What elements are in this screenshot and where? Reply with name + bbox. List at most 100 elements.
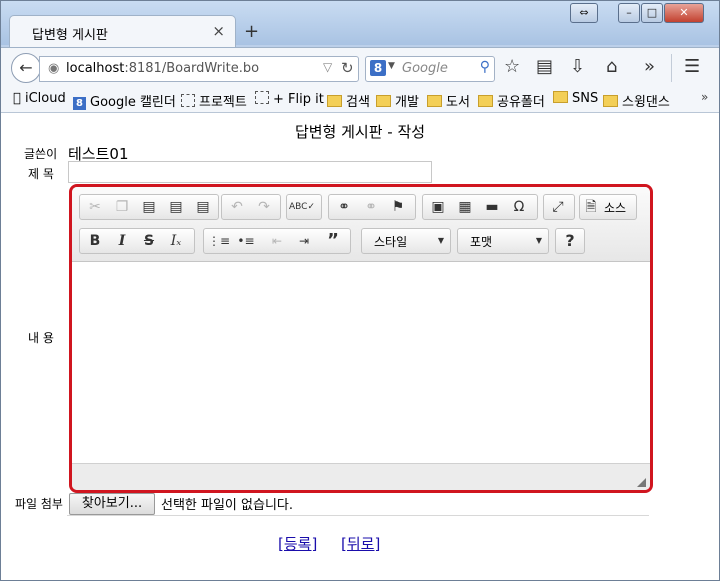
url-bar[interactable]: ◉ localhost:8181/BoardWrite.bo ▽ ↻ [39, 56, 359, 82]
unlink-icon[interactable]: ⚭ [358, 195, 384, 219]
file-label: 파일 첨부 [15, 497, 63, 511]
search-engine-icon[interactable]: 8 [370, 60, 386, 76]
url-path: :8181/BoardWrite.bo [124, 61, 260, 76]
star-icon[interactable]: ☆ [504, 56, 520, 77]
folder-icon [478, 95, 493, 107]
bookmark-sns[interactable]: SNS [553, 91, 598, 106]
bookmark-dev[interactable]: 개발 [376, 91, 419, 110]
browse-file-button[interactable]: 찾아보기... [69, 493, 155, 515]
paste-text-icon[interactable]: ▤ [163, 195, 189, 219]
bookmark-label: 검색 [346, 95, 370, 110]
close-window-button[interactable]: ✕ [664, 3, 704, 23]
restore-window-button[interactable]: ⇔ [570, 3, 598, 23]
google-icon: 8 [73, 97, 86, 110]
download-icon[interactable]: ⇩ [570, 56, 585, 77]
search-input[interactable]: Google [402, 61, 448, 76]
image-icon[interactable]: ▣ [425, 195, 451, 219]
chevron-down-icon: ▼ [535, 236, 542, 245]
dashed-folder-icon [255, 91, 269, 104]
menu-icon[interactable]: ☰ [684, 56, 700, 77]
tab-close-icon[interactable]: × [212, 22, 225, 40]
url-text: localhost:8181/BoardWrite.bo [66, 61, 259, 76]
style-select[interactable]: 스타일 ▼ [361, 228, 451, 254]
undo-icon[interactable]: ↶ [224, 195, 250, 219]
bookmark-swing[interactable]: 스윙댄스 [603, 91, 670, 110]
bookmarks-overflow-icon[interactable]: » [701, 90, 708, 104]
folder-icon [553, 91, 568, 103]
bookmark-label: 공유폴더 [497, 95, 545, 110]
navigation-bar: ← ◉ localhost:8181/BoardWrite.bo ▽ ↻ 8 ▼… [1, 47, 719, 88]
help-button[interactable]: ? [555, 228, 585, 254]
paste-word-icon[interactable]: ▤ [190, 195, 216, 219]
divider [67, 515, 649, 516]
bookmark-label: 도서 [446, 95, 470, 110]
numbered-list-icon[interactable]: ⋮≡ [206, 229, 232, 253]
home-icon[interactable]: ⌂ [606, 56, 617, 77]
style-select-label: 스타일 [374, 235, 408, 249]
bookmark-label: SNS [572, 91, 599, 106]
help-label: ? [565, 231, 575, 250]
bookmark-label: Google 캘린더 [90, 95, 176, 110]
editor-toolbar: ✂ ❐ ▤ ▤ ▤ ↶ ↷ ABC✓ ⚭ ⚭ ⚑ ▣ ▦ ▬ Ω ⤢ 🗎 소스 … [72, 187, 650, 262]
insert-group: ▣ ▦ ▬ Ω [422, 194, 538, 220]
blockquote-icon[interactable]: ” [320, 229, 346, 253]
bold-icon[interactable]: B [82, 229, 108, 253]
tab-board[interactable]: 답변형 게시판 × [9, 15, 236, 48]
bookmark-google-calendar[interactable]: 8 Google 캘린더 [73, 91, 176, 110]
horizontal-line-icon[interactable]: ▬ [479, 195, 505, 219]
special-char-icon[interactable]: Ω [506, 195, 532, 219]
bookmark-project[interactable]: 프로젝트 [181, 91, 247, 110]
indent-icon[interactable]: ⇥ [291, 229, 317, 253]
bookmarks-bar:  iCloud 8 Google 캘린더 프로젝트 + Flip it 검색 개… [1, 88, 719, 113]
bookmark-flipit[interactable]: + Flip it [255, 91, 324, 107]
folder-icon [376, 95, 391, 107]
back-link[interactable]: [뒤로] [341, 533, 380, 554]
bookmark-books[interactable]: 도서 [427, 91, 470, 110]
subject-input[interactable] [68, 161, 432, 183]
search-bar[interactable]: 8 ▼ Google ⚲ [365, 56, 495, 82]
editor-body[interactable] [72, 262, 650, 463]
source-button[interactable]: 🗎 소스 [579, 194, 637, 220]
copy-icon[interactable]: ❐ [109, 195, 135, 219]
basic-styles-group: B I S Iₓ [79, 228, 195, 254]
folder-icon [327, 95, 342, 107]
outdent-icon[interactable]: ⇤ [264, 229, 290, 253]
anchor-flag-icon[interactable]: ⚑ [385, 195, 411, 219]
bookmark-icloud[interactable]:  iCloud [13, 91, 66, 106]
file-status-text: 선택한 파일이 없습니다. [161, 498, 293, 513]
paste-icon[interactable]: ▤ [136, 195, 162, 219]
cut-icon[interactable]: ✂ [82, 195, 108, 219]
bookmark-label: 스윙댄스 [622, 95, 670, 110]
reading-list-icon[interactable]: ▤ [536, 56, 553, 77]
back-icon[interactable]: ← [11, 53, 41, 83]
table-icon[interactable]: ▦ [452, 195, 478, 219]
submit-link[interactable]: [등록] [278, 533, 317, 554]
link-group: ⚭ ⚭ ⚑ [328, 194, 416, 220]
spellcheck-icon[interactable]: ABC✓ [289, 195, 315, 219]
bookmark-label: iCloud [13, 91, 66, 106]
minimize-button[interactable]: – [618, 3, 640, 23]
resize-handle-icon[interactable] [637, 478, 646, 487]
remove-format-icon[interactable]: Iₓ [163, 229, 189, 253]
redo-icon[interactable]: ↷ [251, 195, 277, 219]
bookmark-label: 프로젝트 [199, 95, 247, 110]
new-tab-icon[interactable]: + [244, 21, 259, 42]
reload-icon[interactable]: ↻ [341, 59, 354, 77]
spellcheck-group: ABC✓ [286, 194, 322, 220]
search-icon[interactable]: ⚲ [480, 59, 490, 75]
maximize-editor-icon[interactable]: ⤢ [545, 195, 571, 219]
content-label: 내 용 [28, 331, 54, 345]
strike-icon[interactable]: S [136, 229, 162, 253]
overflow-icon[interactable]: » [644, 56, 655, 77]
format-select[interactable]: 포맷 ▼ [457, 228, 549, 254]
link-icon[interactable]: ⚭ [331, 195, 357, 219]
italic-icon[interactable]: I [109, 229, 135, 253]
engine-dropdown-icon[interactable]: ▼ [388, 61, 395, 71]
bulleted-list-icon[interactable]: •≡ [233, 229, 259, 253]
url-dropdown-icon[interactable]: ▽ [323, 60, 332, 74]
bookmark-search[interactable]: 검색 [327, 91, 370, 110]
bookmark-shared[interactable]: 공유폴더 [478, 91, 545, 110]
format-select-label: 포맷 [470, 235, 493, 249]
folder-icon [603, 95, 618, 107]
maximize-button[interactable]: □ [641, 3, 663, 23]
